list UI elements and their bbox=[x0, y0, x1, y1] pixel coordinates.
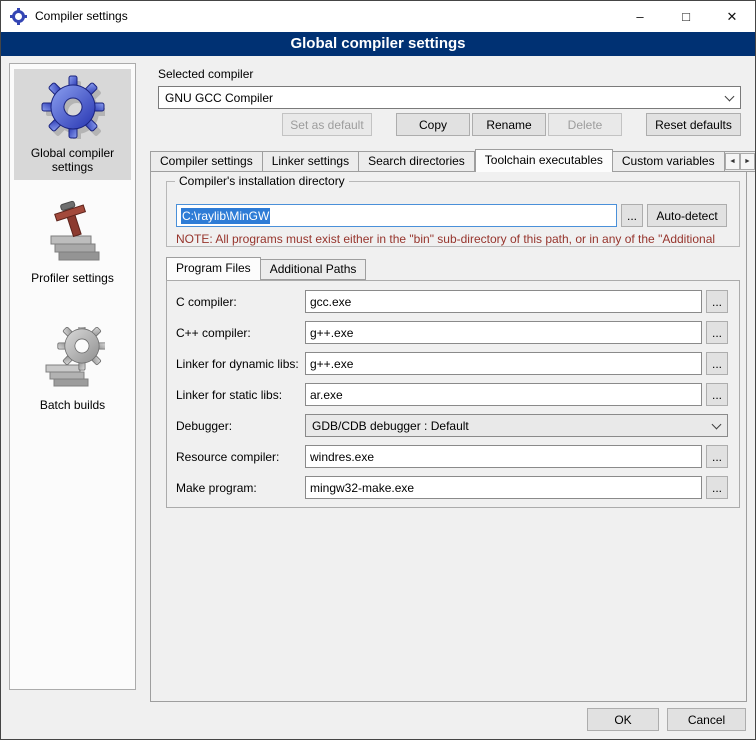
sidebar-item-global-compiler-settings[interactable]: Global compiler settings bbox=[14, 69, 131, 180]
sidebar-item-batch-builds[interactable]: Batch builds bbox=[14, 321, 131, 418]
subtab-additional-paths[interactable]: Additional Paths bbox=[261, 259, 367, 280]
caption-buttons: – □ ✕ bbox=[617, 1, 755, 32]
installation-directory-groupbox: Compiler's installation directory C:\ray… bbox=[166, 181, 740, 247]
tab-compiler-settings[interactable]: Compiler settings bbox=[150, 151, 263, 172]
linker-dynamic-row: Linker for dynamic libs: ... bbox=[176, 352, 728, 375]
set-as-default-button[interactable]: Set as default bbox=[282, 113, 372, 136]
dialog-header: Global compiler settings bbox=[1, 32, 755, 56]
install-dir-input[interactable]: C:\raylib\MinGW bbox=[176, 204, 617, 227]
chevron-down-icon bbox=[707, 416, 726, 435]
rename-button[interactable]: Rename bbox=[472, 113, 546, 136]
chevron-down-icon bbox=[720, 88, 739, 107]
cpp-compiler-input[interactable] bbox=[305, 321, 702, 344]
sidebar-item-label: Batch builds bbox=[40, 398, 105, 412]
browse-button[interactable]: ... bbox=[706, 445, 728, 468]
tab-scroll-left-icon[interactable]: ◄ bbox=[725, 153, 740, 170]
field-label: C++ compiler: bbox=[176, 326, 305, 340]
install-dir-browse-button[interactable]: ... bbox=[621, 204, 643, 227]
window-title: Compiler settings bbox=[35, 1, 128, 32]
tab-custom-variables[interactable]: Custom variables bbox=[613, 151, 725, 172]
browse-button[interactable]: ... bbox=[706, 352, 728, 375]
batch-builds-icon bbox=[41, 327, 105, 394]
sidebar-item-label: Global compiler settings bbox=[16, 146, 129, 174]
installation-directory-title: Compiler's installation directory bbox=[175, 174, 349, 188]
auto-detect-button[interactable]: Auto-detect bbox=[647, 204, 727, 227]
field-label: C compiler: bbox=[176, 295, 305, 309]
ok-button[interactable]: OK bbox=[587, 708, 659, 731]
selected-compiler-value: GNU GCC Compiler bbox=[165, 91, 273, 105]
field-label: Make program: bbox=[176, 481, 305, 495]
browse-button[interactable]: ... bbox=[706, 383, 728, 406]
cpp-compiler-row: C++ compiler: ... bbox=[176, 321, 728, 344]
debugger-row: Debugger: GDB/CDB debugger : Default bbox=[176, 414, 728, 437]
linker-static-input[interactable] bbox=[305, 383, 702, 406]
sidebar: Global compiler settings Profiler settin… bbox=[9, 63, 136, 690]
subtab-strip: Program Files Additional Paths bbox=[166, 257, 366, 280]
close-icon[interactable]: ✕ bbox=[709, 1, 755, 32]
minimize-icon[interactable]: – bbox=[617, 1, 663, 32]
tab-scroll-right-icon[interactable]: ► bbox=[740, 153, 755, 170]
copy-button[interactable]: Copy bbox=[396, 113, 470, 136]
cancel-button[interactable]: Cancel bbox=[667, 708, 746, 731]
maximize-icon[interactable]: □ bbox=[663, 1, 709, 32]
app-icon bbox=[10, 8, 27, 25]
profiler-icon bbox=[41, 200, 105, 267]
debugger-value: GDB/CDB debugger : Default bbox=[312, 419, 469, 433]
browse-button[interactable]: ... bbox=[706, 321, 728, 344]
subtab-program-files[interactable]: Program Files bbox=[166, 257, 261, 280]
toolchain-executables-panel: Compiler's installation directory C:\ray… bbox=[150, 171, 747, 702]
linker-static-row: Linker for static libs: ... bbox=[176, 383, 728, 406]
sidebar-item-profiler-settings[interactable]: Profiler settings bbox=[14, 194, 131, 291]
field-label: Debugger: bbox=[176, 419, 305, 433]
install-dir-selected-text: C:\raylib\MinGW bbox=[181, 208, 270, 224]
make-program-input[interactable] bbox=[305, 476, 702, 499]
debugger-select[interactable]: GDB/CDB debugger : Default bbox=[305, 414, 728, 437]
browse-button[interactable]: ... bbox=[706, 290, 728, 313]
make-program-row: Make program: ... bbox=[176, 476, 728, 499]
programs-note: NOTE: All programs must exist either in … bbox=[176, 232, 732, 246]
resource-compiler-input[interactable] bbox=[305, 445, 702, 468]
field-label: Resource compiler: bbox=[176, 450, 305, 464]
c-compiler-input[interactable] bbox=[305, 290, 702, 313]
reset-defaults-button[interactable]: Reset defaults bbox=[646, 113, 741, 136]
field-label: Linker for dynamic libs: bbox=[176, 357, 305, 371]
field-label: Linker for static libs: bbox=[176, 388, 305, 402]
c-compiler-row: C compiler: ... bbox=[176, 290, 728, 313]
titlebar: Compiler settings – □ ✕ bbox=[1, 1, 755, 32]
browse-button[interactable]: ... bbox=[706, 476, 728, 499]
gear-blue-icon bbox=[41, 75, 105, 142]
selected-compiler-select[interactable]: GNU GCC Compiler bbox=[158, 86, 741, 109]
sidebar-item-label: Profiler settings bbox=[31, 271, 114, 285]
tab-toolchain-executables[interactable]: Toolchain executables bbox=[475, 149, 613, 172]
delete-button[interactable]: Delete bbox=[548, 113, 622, 136]
resource-compiler-row: Resource compiler: ... bbox=[176, 445, 728, 468]
tab-linker-settings[interactable]: Linker settings bbox=[263, 151, 359, 172]
compiler-settings-window: Compiler settings – □ ✕ Global compiler … bbox=[0, 0, 756, 740]
linker-dynamic-input[interactable] bbox=[305, 352, 702, 375]
tab-search-directories[interactable]: Search directories bbox=[359, 151, 475, 172]
tab-strip: Compiler settings Linker settings Search… bbox=[150, 149, 756, 172]
selected-compiler-label: Selected compiler bbox=[158, 67, 253, 81]
program-files-panel: C compiler: ... C++ compiler: ... Linker… bbox=[166, 280, 740, 508]
